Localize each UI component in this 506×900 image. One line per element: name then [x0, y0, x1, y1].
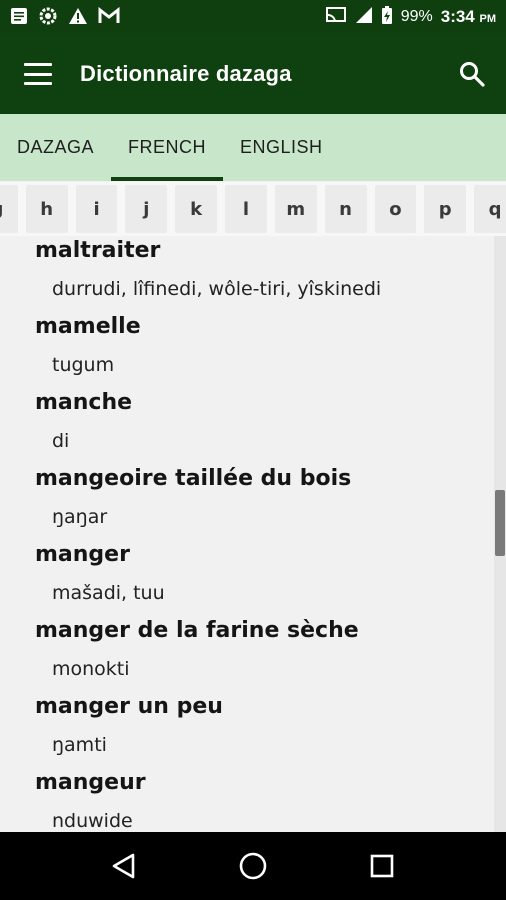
settings-icon [38, 7, 58, 28]
letter-n[interactable]: n [324, 185, 367, 233]
list-item[interactable]: mamelle tugum [0, 308, 494, 384]
entry-term: manger [35, 542, 130, 567]
list-item[interactable]: mangeoire taillée du bois ŋaŋar [0, 460, 494, 536]
letter-h[interactable]: h [25, 185, 68, 233]
gmail-icon [98, 6, 120, 28]
hamburger-menu-icon[interactable] [24, 63, 52, 85]
battery-charging-icon [381, 5, 393, 30]
clock-time: 3:34 [440, 7, 475, 26]
entry-translation: monokti [52, 658, 130, 680]
status-bar: 99% 3:34 PM [0, 0, 506, 34]
tab-dazaga[interactable]: DAZAGA [0, 114, 111, 181]
entry-term: manger un peu [35, 694, 223, 719]
entry-term: manche [35, 390, 133, 415]
entry-translation: ŋamti [52, 734, 107, 756]
entry-term: maltraiter [35, 238, 161, 263]
search-icon[interactable] [454, 56, 490, 92]
signal-icon [355, 6, 373, 29]
entry-translation: durrudi, lîfinedi, wôle-tiri, yîskinedi [52, 278, 382, 300]
letter-p[interactable]: p [424, 185, 467, 233]
cast-icon [325, 6, 347, 29]
letter-g[interactable]: g [0, 185, 18, 233]
letter-i[interactable]: i [75, 185, 118, 233]
entry-translation: mašadi, tuu [52, 582, 165, 604]
notes-icon [10, 7, 28, 28]
clock: 3:34 PM [441, 7, 496, 27]
recents-icon[interactable] [362, 846, 402, 886]
entry-translation: di [52, 430, 70, 452]
letter-q[interactable]: q [474, 185, 506, 233]
back-icon[interactable] [104, 846, 144, 886]
entry-term: mamelle [35, 314, 141, 339]
tab-french[interactable]: FRENCH [111, 114, 224, 181]
scrollbar[interactable] [494, 236, 506, 832]
list-item[interactable]: manche di [0, 384, 494, 460]
clock-ampm: PM [479, 13, 497, 25]
list-item[interactable]: mangeur nduwide [0, 764, 494, 832]
entry-term: mangeur [35, 770, 146, 795]
letter-m[interactable]: m [274, 185, 317, 233]
list-item[interactable]: manger de la farine sèche monokti [0, 612, 494, 688]
entry-translation: ŋaŋar [52, 506, 108, 528]
letter-o[interactable]: o [374, 185, 417, 233]
language-tabs: DAZAGA FRENCH ENGLISH [0, 114, 506, 181]
home-icon[interactable] [233, 846, 273, 886]
entry-translation: nduwide [52, 810, 133, 832]
letter-l[interactable]: l [225, 185, 267, 233]
tab-english[interactable]: ENGLISH [223, 114, 340, 181]
entry-translation: tugum [52, 354, 115, 376]
warning-icon [68, 7, 88, 28]
scrollbar-thumb[interactable] [495, 490, 505, 556]
app-bar: Dictionnaire dazaga [0, 34, 506, 114]
dictionary-list[interactable]: maltraiter durrudi, lîfinedi, wôle-tiri,… [0, 236, 494, 832]
alphabet-bar: g h i j k l m n o p q [0, 182, 506, 236]
list-item[interactable]: manger mašadi, tuu [0, 536, 494, 612]
entry-term: mangeoire taillée du bois [35, 466, 352, 491]
letter-k[interactable]: k [175, 185, 218, 233]
letter-j[interactable]: j [125, 185, 168, 233]
battery-percent: 99% [400, 8, 433, 25]
app-title: Dictionnaire dazaga [80, 61, 292, 86]
system-nav-bar [0, 832, 506, 900]
list-item[interactable]: maltraiter durrudi, lîfinedi, wôle-tiri,… [0, 236, 494, 308]
list-item[interactable]: manger un peu ŋamti [0, 688, 494, 764]
entry-term: manger de la farine sèche [35, 618, 359, 643]
